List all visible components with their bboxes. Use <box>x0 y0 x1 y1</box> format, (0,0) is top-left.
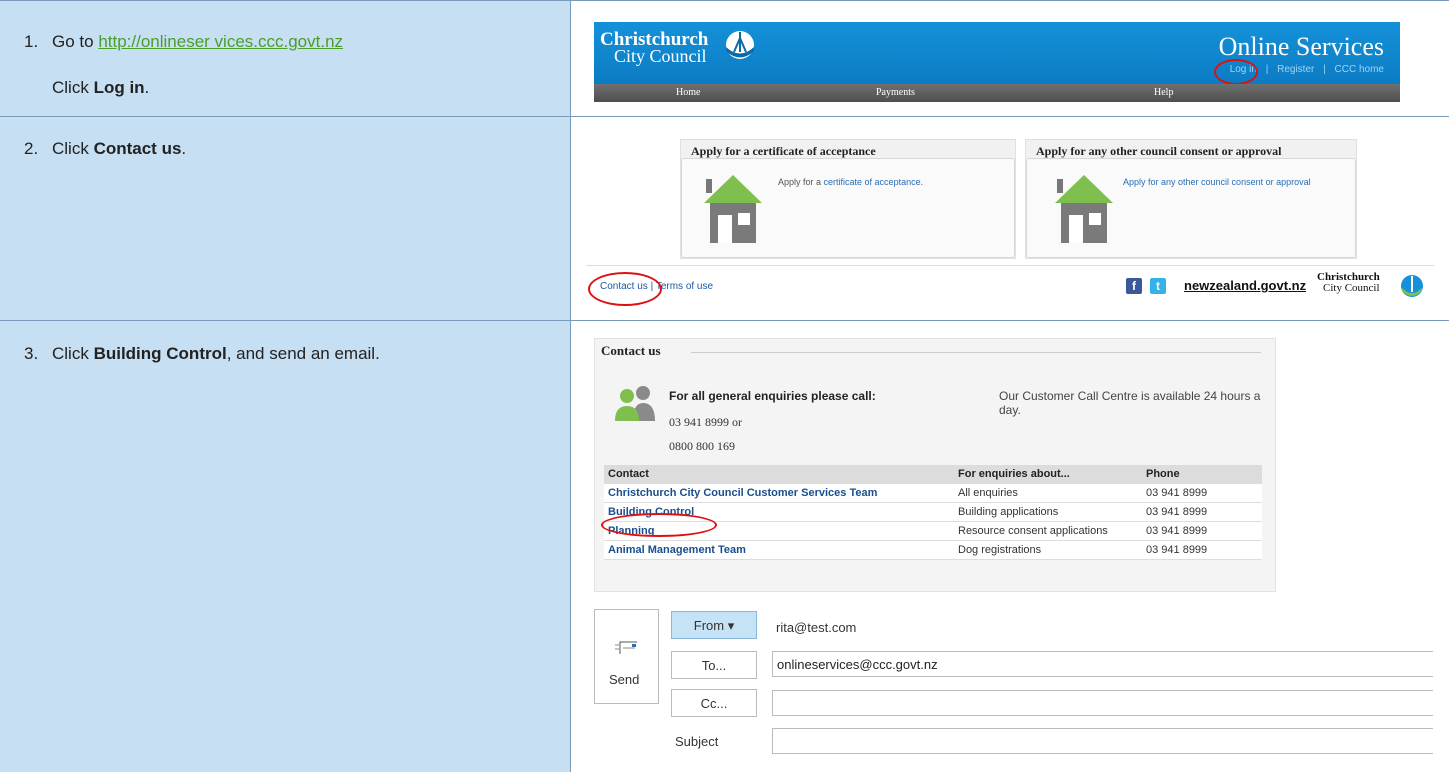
nav-payments[interactable]: Payments <box>876 87 915 98</box>
site-footer: Contact us | Terms of use f t newzealand… <box>586 265 1434 310</box>
from-value: rita@test.com <box>776 620 857 635</box>
online-services-title: Online Services <box>1218 32 1384 61</box>
table-row: Christchurch City Council Customer Servi… <box>604 483 1262 503</box>
apply-certificate-card: Apply for a certificate of acceptance Ap… <box>680 139 1016 259</box>
cc-field[interactable] <box>772 690 1433 716</box>
row-divider <box>0 320 1449 321</box>
login-highlight-ring <box>1214 59 1258 85</box>
footer-ccc-logo[interactable]: Christchurch City Council <box>1317 272 1380 294</box>
ccc-logo[interactable]: Christchurch City Council <box>600 30 708 65</box>
nav-home[interactable]: Home <box>676 87 700 98</box>
row-divider <box>0 116 1449 117</box>
table-row: Animal Management Team Dog registrations… <box>604 540 1262 560</box>
twitter-icon[interactable]: t <box>1150 278 1166 294</box>
send-envelope-icon <box>615 641 637 654</box>
apply-other-consent-card: Apply for any other council consent or a… <box>1025 139 1357 259</box>
contact-customer-services-link[interactable]: Christchurch City Council Customer Servi… <box>604 483 954 503</box>
general-phone-2: 0800 800 169 <box>669 439 735 453</box>
call-centre-note: Our Customer Call Centre is available 24… <box>999 389 1261 417</box>
ccc-home-link[interactable]: CCC home <box>1335 64 1384 75</box>
subject-label: Subject <box>675 734 719 749</box>
step-1: 1. Go to http://onlineser vices.ccc.govt.… <box>24 32 344 51</box>
contact-us-panel: Contact us For all general enquiries ple… <box>594 338 1276 592</box>
apply-other-consent-text: Apply for any other council consent or a… <box>1123 177 1323 187</box>
contacts-table: Contact For enquiries about... Phone Chr… <box>604 465 1262 560</box>
online-services-header: Christchurch City Council Online Service… <box>594 22 1400 102</box>
table-header-row: Contact For enquiries about... Phone <box>604 465 1262 484</box>
contact-us-heading: Contact us <box>601 343 661 358</box>
main-nav: Home Payments Help <box>594 84 1400 102</box>
building-control-highlight-ring <box>601 513 717 537</box>
facebook-icon[interactable]: f <box>1126 278 1142 294</box>
people-icon <box>615 386 655 421</box>
chevron-down-icon: ▾ <box>727 618 735 633</box>
contact-us-highlight-ring <box>588 272 662 306</box>
register-link[interactable]: Register <box>1277 64 1314 75</box>
general-enquiries-label: For all general enquiries please call: <box>669 389 876 403</box>
other-consent-link[interactable]: Apply for any other council consent or a… <box>1123 177 1311 187</box>
nav-help[interactable]: Help <box>1154 87 1173 98</box>
from-dropdown-button[interactable]: From ▾ <box>671 611 757 639</box>
row-divider <box>0 0 1449 1</box>
step-1-line-2: Click Log in. <box>52 78 150 97</box>
to-button[interactable]: To... <box>671 651 757 679</box>
terms-of-use-link[interactable]: Terms of use <box>656 281 713 292</box>
step-2: 2. Click Contact us. <box>24 139 187 158</box>
subject-field[interactable] <box>772 728 1433 754</box>
contact-animal-management-link[interactable]: Animal Management Team <box>604 540 954 560</box>
apply-certificate-text: Apply for a certificate of acceptance. <box>778 177 924 187</box>
send-button[interactable]: Send <box>594 609 659 704</box>
house-icon <box>1055 175 1113 243</box>
header-bar: Christchurch City Council Online Service… <box>594 22 1400 85</box>
general-phone-1: 03 941 8999 or <box>669 415 742 429</box>
cc-button[interactable]: Cc... <box>671 689 757 717</box>
to-field[interactable]: onlineservices@ccc.govt.nz <box>772 651 1433 677</box>
cathedral-logo-icon <box>1401 275 1423 297</box>
nzgovt-logo[interactable]: newzealand.govt.nz <box>1184 278 1306 293</box>
step-3: 3. Click Building Control, and send an em… <box>24 344 380 363</box>
house-icon <box>704 175 762 243</box>
online-services-link[interactable]: http://onlineser vices.ccc.govt.nz <box>98 32 343 51</box>
cathedral-logo-icon <box>726 31 754 59</box>
certificate-of-acceptance-link[interactable]: certificate of acceptance <box>824 177 921 187</box>
instructions-table: 1. Go to http://onlineser vices.ccc.govt.… <box>0 0 1449 772</box>
